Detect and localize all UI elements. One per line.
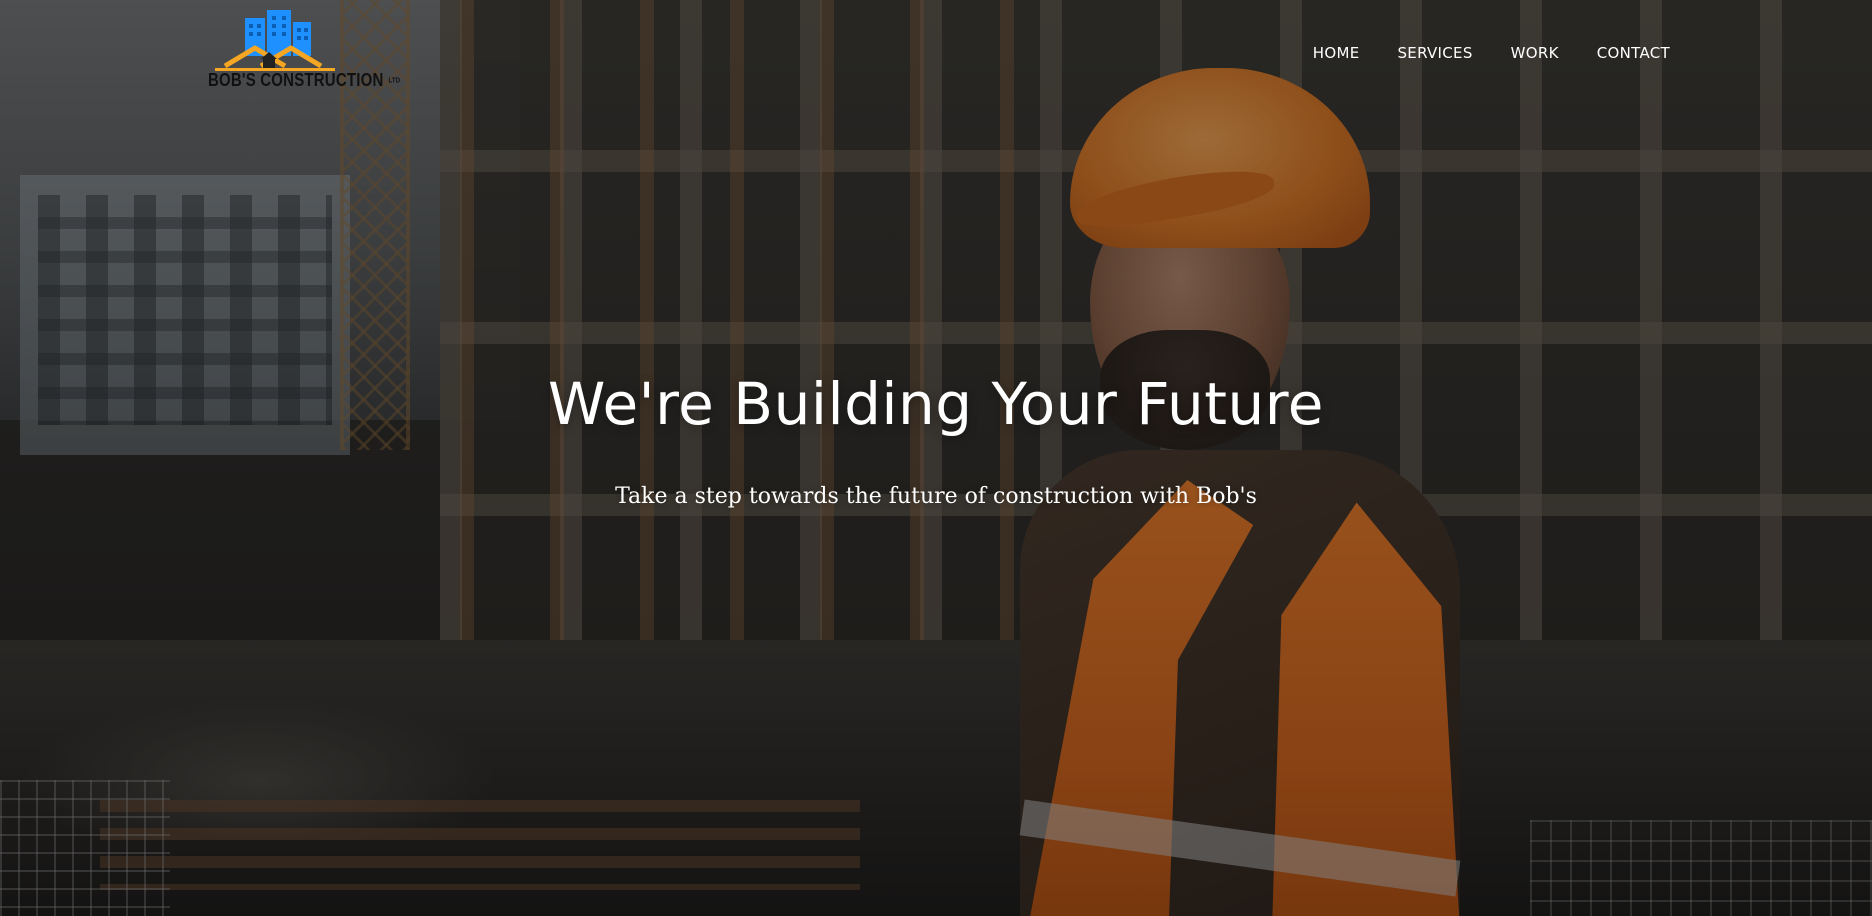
logo-wordmark: BOB'S CONSTRUCTION LTD [208,70,400,90]
nav-contact[interactable]: CONTACT [1597,44,1670,62]
nav-work[interactable]: WORK [1511,44,1559,62]
nav-home[interactable]: HOME [1313,44,1360,62]
hero-subtitle: Take a step towards the future of constr… [615,484,1257,509]
brand-suffix: LTD [388,77,401,85]
brand-name: BOB'S CONSTRUCTION [208,70,384,91]
dark-overlay [0,0,1872,916]
hero-section: BOB'S CONSTRUCTION LTD HOME SERVICES WORK… [0,0,1872,916]
nav-services[interactable]: SERVICES [1397,44,1472,62]
main-nav: HOME SERVICES WORK CONTACT [1313,44,1670,62]
hero-title: We're Building Your Future [548,370,1324,438]
